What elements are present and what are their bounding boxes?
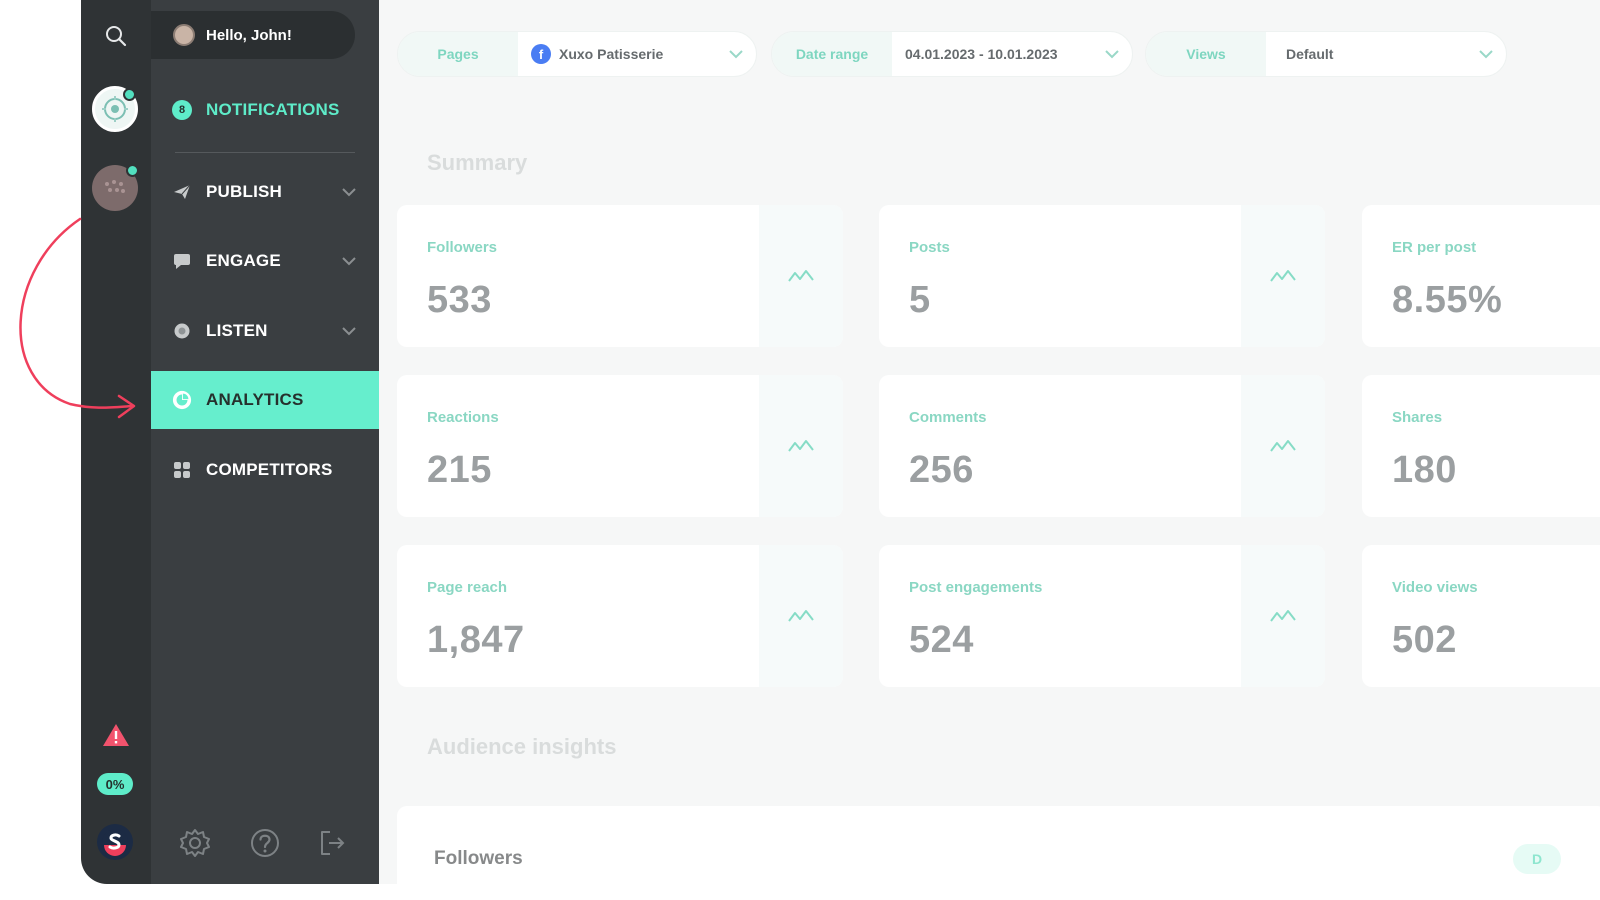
- logout-icon[interactable]: [315, 826, 349, 860]
- metric-label: Comments: [909, 409, 987, 426]
- nav-item-label: COMPETITORS: [206, 460, 333, 479]
- metric-value: 5: [909, 279, 931, 321]
- nav-divider: [175, 152, 355, 153]
- followers-chart-panel: Followers D: [397, 806, 1600, 884]
- metric-card[interactable]: Reactions 215: [397, 375, 843, 517]
- brand-logo-icon: [97, 824, 133, 860]
- metric-label: Video views: [1392, 579, 1478, 596]
- period-toggle-day[interactable]: D: [1513, 844, 1561, 874]
- filter-tag: Views: [1146, 32, 1266, 76]
- date-range-value: 04.01.2023 - 10.01.2023: [905, 46, 1058, 62]
- trend-icon[interactable]: [1241, 375, 1325, 517]
- page-name: Xuxo Patisserie: [559, 46, 664, 62]
- metric-label: Post engagements: [909, 579, 1043, 596]
- trend-icon[interactable]: [1241, 205, 1325, 347]
- annotation-arrow: [19, 217, 136, 419]
- trend-icon[interactable]: [759, 545, 843, 687]
- views-filter[interactable]: Views Default: [1145, 31, 1507, 77]
- followers-chart-title: Followers: [434, 848, 523, 869]
- competitors-grid-icon: [172, 460, 192, 480]
- summary-title: Summary: [427, 150, 528, 175]
- metric-card[interactable]: Followers 533: [397, 205, 843, 347]
- metric-label: Posts: [909, 239, 950, 256]
- greeting-text: Hello, John!: [206, 26, 292, 44]
- nav-item-label: ANALYTICS: [206, 390, 304, 409]
- nav-item-competitors[interactable]: COMPETITORS: [151, 441, 379, 499]
- nav-item-label: PUBLISH: [206, 182, 283, 201]
- views-value: Default: [1286, 46, 1334, 62]
- metric-card[interactable]: ER per post 8.55%: [1362, 205, 1600, 347]
- trend-icon[interactable]: [1241, 545, 1325, 687]
- filter-tag: Pages: [398, 32, 518, 76]
- metric-card[interactable]: Page reach 1,847: [397, 545, 843, 687]
- chevron-down-icon[interactable]: [341, 323, 357, 341]
- chevron-down-icon[interactable]: [341, 184, 357, 202]
- facebook-icon: f: [531, 44, 551, 64]
- audience-insights-title: Audience insights: [427, 734, 617, 759]
- metric-value: 1,847: [427, 619, 525, 661]
- pages-filter[interactable]: Pages f Xuxo Patisserie: [397, 31, 757, 77]
- date-range-filter[interactable]: Date range 04.01.2023 - 10.01.2023: [771, 31, 1133, 77]
- metric-label: Reactions: [427, 409, 499, 426]
- metric-card[interactable]: Video views 502: [1362, 545, 1600, 687]
- metric-label: ER per post: [1392, 239, 1477, 256]
- metric-label: Followers: [427, 239, 498, 256]
- metric-label: Shares: [1392, 409, 1443, 426]
- metric-value: 215: [427, 449, 492, 491]
- filter-value: f Xuxo Patisserie: [518, 44, 716, 64]
- app-window: 0% Hello, John! 8 NOTIFICATIONS PUBLISH: [81, 0, 1600, 884]
- metric-label: Page reach: [427, 579, 508, 596]
- nav-item-label: LISTEN: [206, 321, 268, 340]
- chevron-down-icon[interactable]: [716, 49, 756, 59]
- metric-value: 524: [909, 619, 974, 661]
- metric-value: 8.55%: [1392, 279, 1503, 321]
- settings-gear-icon[interactable]: [178, 826, 212, 860]
- analytics-main: Pages f Xuxo Patisserie Date range 04.01…: [379, 0, 1600, 884]
- chevron-down-icon[interactable]: [341, 253, 357, 271]
- help-icon[interactable]: [248, 826, 282, 860]
- metric-card[interactable]: Post engagements 524: [879, 545, 1325, 687]
- metric-card[interactable]: Comments 256: [879, 375, 1325, 517]
- metric-value: 180: [1392, 449, 1457, 491]
- metric-value: 502: [1392, 619, 1457, 661]
- metric-card[interactable]: Shares 180: [1362, 375, 1600, 517]
- metric-card[interactable]: Posts 5: [879, 205, 1325, 347]
- nav-item-label: NOTIFICATIONS: [206, 100, 340, 119]
- filter-tag: Date range: [772, 32, 892, 76]
- nav-item-label: ENGAGE: [206, 251, 281, 270]
- trend-icon[interactable]: [759, 375, 843, 517]
- warning-icon[interactable]: [100, 720, 132, 750]
- chevron-down-icon[interactable]: [1466, 49, 1506, 59]
- metric-value: 256: [909, 449, 974, 491]
- chevron-down-icon[interactable]: [1092, 49, 1132, 59]
- progress-badge[interactable]: 0%: [97, 773, 133, 795]
- trend-icon[interactable]: [759, 205, 843, 347]
- metric-value: 533: [427, 279, 492, 321]
